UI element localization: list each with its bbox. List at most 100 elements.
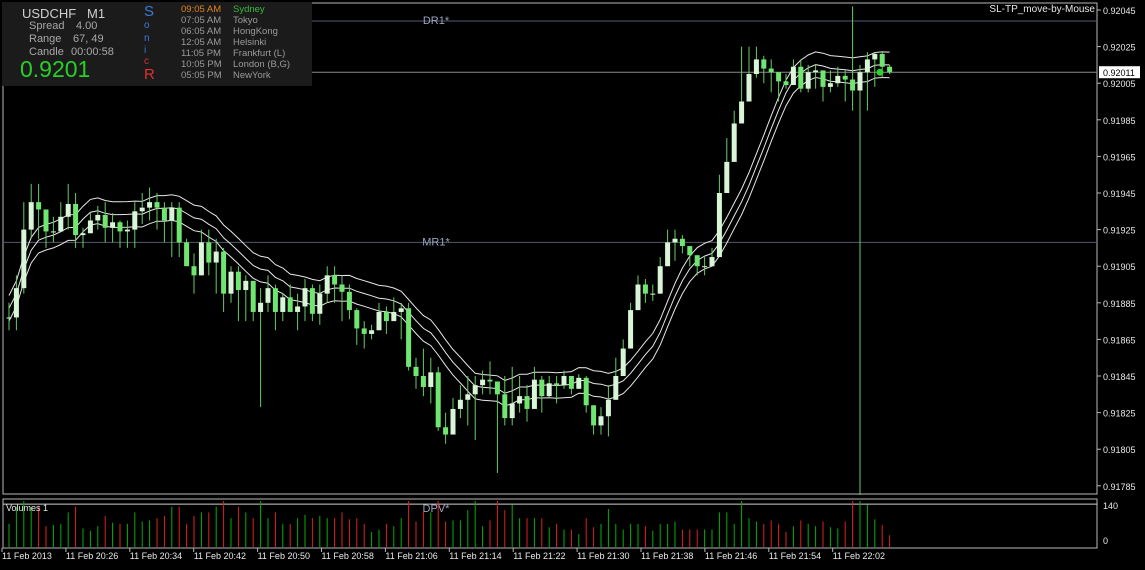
- ea-label: SL-TP_move-by-Mouse: [989, 4, 1095, 15]
- candle-body: [872, 53, 878, 60]
- price-tick-label: 0.92025: [1103, 43, 1136, 53]
- candle-body: [679, 238, 685, 247]
- candle-body: [250, 280, 256, 312]
- candle-body: [110, 222, 116, 228]
- candle-body: [716, 193, 722, 258]
- candle-body: [272, 288, 278, 312]
- time-label: 11 Feb 20:42: [194, 551, 246, 561]
- candle-body: [339, 284, 345, 292]
- session-time: 12:05 AM: [181, 37, 222, 48]
- session-city: Frankfurt (L): [233, 48, 286, 59]
- bid-price-label: 0.92011: [1103, 68, 1135, 78]
- candle-body: [798, 66, 804, 89]
- candle-body: [184, 242, 190, 267]
- price-tick-label: 0.91965: [1103, 152, 1136, 162]
- session-city: Tokyo: [233, 15, 258, 26]
- candle-body: [864, 59, 870, 73]
- candle-body: [58, 216, 64, 232]
- session-time: 06:05 AM: [181, 26, 222, 37]
- candle-body: [346, 291, 352, 311]
- candle-body: [361, 328, 367, 334]
- candle-body: [835, 75, 841, 84]
- candle-body: [391, 311, 397, 322]
- price-tick-label: 0.91985: [1103, 116, 1136, 126]
- volume-scale-min: 0: [1103, 536, 1108, 546]
- current-price-dot: [876, 68, 884, 76]
- candle-body: [827, 83, 833, 87]
- time-label: 11 Feb 21:46: [705, 551, 757, 561]
- candle-body: [413, 366, 419, 376]
- candle-body: [50, 231, 56, 233]
- candle-body: [687, 246, 693, 256]
- candle-body: [6, 317, 12, 319]
- candle-body: [124, 229, 130, 232]
- candle-body: [95, 214, 101, 221]
- session-time: 05:05 PM: [181, 70, 222, 81]
- price-tick-label: 0.91925: [1103, 226, 1136, 236]
- price-tick-label: 0.91905: [1103, 262, 1136, 272]
- spread-label: Spread: [29, 20, 65, 32]
- price-tick-label: 0.92045: [1103, 6, 1136, 16]
- volume-indicator-label: Volumes 1: [6, 503, 49, 513]
- candle-body: [265, 288, 271, 303]
- candle-body: [820, 70, 826, 87]
- candle-body: [887, 66, 893, 73]
- volume-scale-max: 140: [1103, 501, 1118, 511]
- range-label: Range: [29, 33, 62, 45]
- candle-body: [813, 70, 819, 73]
- candle-body: [147, 202, 153, 208]
- envelope-band: [8, 51, 890, 381]
- candle-body: [117, 222, 123, 232]
- candle-body: [620, 348, 626, 376]
- candle-body: [598, 416, 604, 426]
- candle-body: [753, 59, 759, 75]
- candle-body: [465, 394, 471, 400]
- candle-body: [672, 238, 678, 243]
- candle-body: [702, 266, 708, 268]
- pivot-label: MR1*: [422, 236, 450, 248]
- candle-body: [805, 72, 811, 89]
- time-label: 11 Feb 21:06: [385, 551, 437, 561]
- time-label: 11 Feb 20:58: [322, 551, 374, 561]
- candle-body: [324, 275, 330, 294]
- price-tick-label: 0.91945: [1103, 189, 1136, 199]
- sonic-letter: R: [144, 66, 155, 83]
- candle-body: [642, 284, 648, 294]
- session-time: 07:05 AM: [181, 15, 222, 26]
- session-city: Sydney: [233, 4, 265, 15]
- candle-body: [154, 202, 160, 208]
- time-label: 11 Feb 2013: [2, 551, 52, 561]
- candle-body: [428, 372, 434, 387]
- time-label: 11 Feb 21:54: [769, 551, 821, 561]
- candle-body: [509, 403, 515, 419]
- candle-body: [243, 280, 249, 290]
- price-tick-label: 0.91865: [1103, 335, 1136, 345]
- price-tick-label: 0.92005: [1103, 79, 1136, 89]
- candle-body: [480, 379, 486, 386]
- candle-body: [583, 377, 589, 406]
- session-city: NewYork: [233, 70, 271, 81]
- candle-body: [102, 214, 108, 228]
- candle-body: [87, 220, 93, 234]
- candle-body: [524, 396, 530, 409]
- candle-body: [139, 207, 145, 212]
- candle-body: [73, 203, 79, 236]
- candle-body: [635, 284, 641, 311]
- current-price: 0.9201: [20, 56, 91, 82]
- candle-body: [443, 427, 449, 435]
- time-label: 11 Feb 22:02: [833, 551, 885, 561]
- time-label: 11 Feb 21:22: [513, 551, 565, 561]
- sonic-letter: S: [144, 3, 155, 20]
- candle-body: [605, 399, 611, 417]
- time-label: 11 Feb 20:26: [66, 551, 118, 561]
- candle-body: [487, 379, 493, 382]
- time-label: 11 Feb 21:38: [641, 551, 693, 561]
- candle-body: [842, 75, 848, 80]
- candle-body: [850, 79, 856, 91]
- candle-body: [13, 288, 19, 318]
- candle-body: [628, 310, 634, 349]
- price-tick-label: 0.91825: [1103, 409, 1136, 419]
- sonic-letter: n: [144, 33, 150, 44]
- price-tick-label: 0.91885: [1103, 299, 1136, 309]
- session-city: London (B,G): [233, 59, 291, 70]
